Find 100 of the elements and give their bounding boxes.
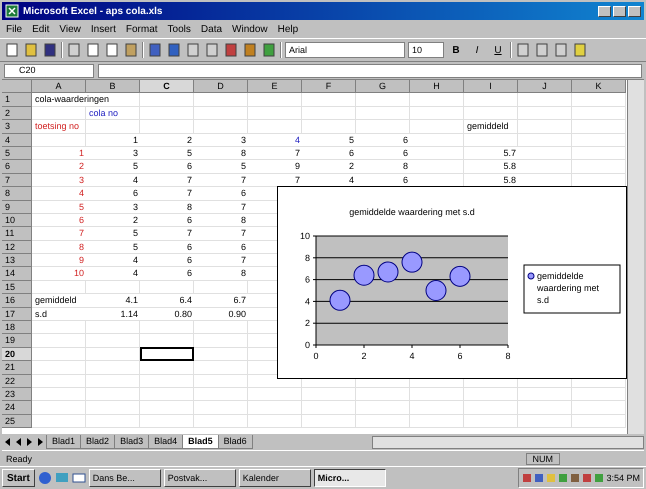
taskbar-button[interactable]: Dans Be... — [88, 469, 161, 487]
row-header[interactable]: 21 — [2, 361, 32, 375]
row-header[interactable]: 7 — [2, 174, 32, 188]
menu-item[interactable]: Format — [126, 24, 158, 34]
table-cell: gemiddeld — [33, 294, 86, 307]
x-tick-label: 4 — [410, 351, 414, 361]
sheet-tab[interactable]: Blad1 — [46, 435, 82, 449]
row-header[interactable]: 8 — [2, 187, 32, 201]
x-tick-label: 6 — [458, 351, 462, 361]
y-tick-label: 0 — [304, 340, 310, 350]
row-header[interactable]: 14 — [2, 267, 32, 281]
table-cell: cola no — [87, 106, 120, 120]
tray-icon[interactable] — [534, 473, 544, 483]
menu-item[interactable]: Edit — [32, 24, 50, 34]
sheet-tab[interactable]: Blad3 — [114, 435, 150, 449]
row-header[interactable]: 11 — [2, 227, 32, 241]
row-header[interactable]: 15 — [2, 280, 32, 294]
selected-cell[interactable] — [140, 346, 194, 362]
sheet-tab[interactable]: Blad2 — [80, 435, 116, 449]
y-tick-label: 2 — [304, 318, 310, 328]
column-header[interactable]: H — [410, 80, 464, 94]
font-size-field[interactable]: 10 — [408, 42, 444, 58]
row-header[interactable]: 25 — [2, 414, 32, 428]
y-tick-label: 8 — [304, 252, 310, 263]
horizontal-scrollbar[interactable] — [372, 436, 644, 448]
x-tick-label: 8 — [506, 351, 510, 361]
menu-item[interactable]: Data — [200, 24, 222, 34]
row-header[interactable]: 1 — [2, 93, 32, 107]
taskbar-button[interactable]: Micro... — [314, 469, 386, 487]
row-header[interactable]: 19 — [2, 334, 32, 348]
taskbar-button[interactable]: Kalender — [238, 469, 311, 487]
column-header[interactable]: E — [248, 80, 302, 94]
column-header[interactable]: F — [302, 80, 356, 94]
vertical-scrollbar[interactable] — [627, 80, 644, 434]
menu-item[interactable]: Window — [232, 24, 268, 34]
app-icon — [5, 4, 19, 18]
row-header[interactable]: 18 — [2, 321, 32, 334]
menu-item[interactable]: Help — [278, 24, 298, 34]
data-point — [426, 280, 446, 301]
clock: 3:54 PM — [606, 473, 640, 483]
column-header[interactable]: C — [140, 80, 194, 94]
tray-icon[interactable] — [522, 473, 532, 483]
data-point — [378, 261, 398, 282]
row-header[interactable]: 16 — [2, 294, 32, 308]
sheet-tab[interactable]: Blad4 — [148, 435, 184, 449]
column-header[interactable]: A — [32, 80, 86, 94]
row-header[interactable]: 20 — [2, 348, 32, 362]
window-title: Microsoft Excel - aps cola.xls — [23, 6, 162, 16]
row-header[interactable]: 12 — [2, 240, 32, 254]
y-tick-label: 10 — [300, 231, 310, 241]
column-header[interactable]: K — [572, 80, 626, 94]
column-header[interactable]: I — [464, 80, 518, 94]
data-point — [402, 252, 422, 273]
chart-title: gemiddelde waardering met s.d — [349, 207, 475, 217]
menu-item[interactable]: View — [59, 24, 81, 34]
row-header[interactable]: 5 — [2, 146, 32, 160]
column-header[interactable]: G — [356, 80, 410, 94]
name-box[interactable]: C20 — [4, 64, 94, 78]
row-header[interactable]: 9 — [2, 200, 32, 214]
font-field[interactable]: Arial — [285, 42, 405, 58]
tray-icon[interactable] — [582, 473, 592, 483]
row-header[interactable]: 17 — [2, 308, 32, 322]
chart-area[interactable]: gemiddelde waardering met s.d 0 2 4 6 8 10 0 2 4 6 8 gemiddelde waardering met s.d — [277, 186, 627, 379]
menu-item[interactable]: Tools — [168, 24, 191, 34]
data-point — [354, 264, 374, 286]
legend-label: gemiddelde waardering met s.d — [537, 271, 600, 305]
num-lock-indicator: NUM — [526, 452, 560, 464]
sheet-tab[interactable]: Blad5 — [182, 435, 219, 449]
table-cell: s.d — [33, 308, 86, 320]
maximize-button[interactable] — [613, 6, 626, 16]
table-cell: toetsing no — [33, 120, 82, 133]
formula-field[interactable] — [98, 64, 642, 78]
close-button[interactable] — [628, 6, 641, 16]
status-text: Ready — [6, 454, 32, 464]
taskbar-button[interactable]: Postvak... — [164, 469, 236, 487]
row-header[interactable]: 4 — [2, 134, 32, 147]
menu-item[interactable]: Insert — [90, 24, 116, 34]
column-header[interactable]: J — [518, 80, 572, 94]
data-point — [450, 266, 470, 287]
sheet-tab[interactable]: Blad6 — [218, 435, 253, 449]
column-header[interactable]: D — [194, 80, 248, 94]
row-header[interactable]: 24 — [2, 401, 32, 415]
x-tick-label: 2 — [362, 351, 366, 361]
row-header[interactable]: 6 — [2, 160, 32, 174]
menu-item[interactable]: File — [6, 24, 22, 34]
row-header[interactable]: 10 — [2, 214, 32, 228]
x-tick-label: 0 — [314, 351, 318, 361]
row-header[interactable]: 3 — [2, 120, 32, 134]
y-tick-label: 6 — [304, 274, 310, 285]
y-tick-label: 4 — [304, 296, 310, 306]
row-header[interactable]: 22 — [2, 374, 32, 388]
start-button[interactable]: Start — [2, 469, 35, 487]
column-header[interactable]: B — [86, 80, 140, 94]
row-header[interactable]: 23 — [2, 388, 32, 402]
tray-icon[interactable] — [570, 473, 580, 483]
data-point — [330, 290, 350, 311]
row-header[interactable]: 13 — [2, 254, 32, 268]
row-header[interactable]: 2 — [2, 106, 32, 120]
table-cell: gemiddeld — [465, 120, 511, 133]
minimize-button[interactable] — [598, 6, 611, 16]
